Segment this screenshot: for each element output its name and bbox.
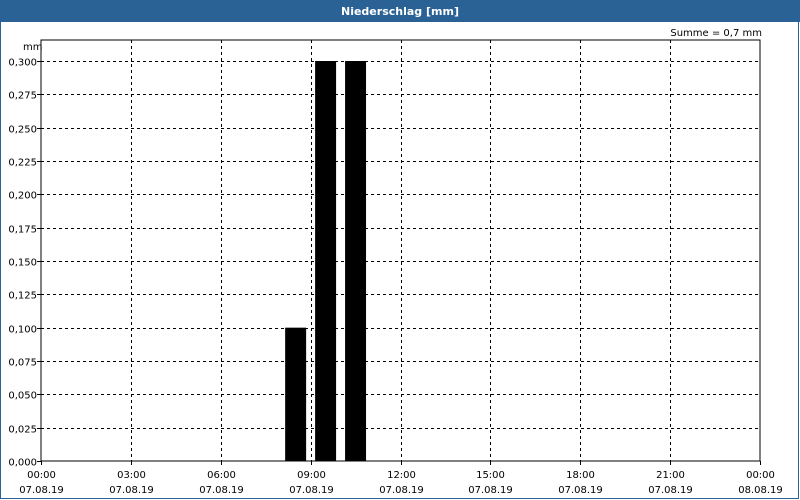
x-tick-date: 07.08.19: [109, 485, 154, 496]
x-tick-date: 07.08.19: [19, 485, 64, 496]
y-tick-label: 0,300: [8, 58, 37, 69]
y-tick-label: 0,025: [8, 425, 37, 436]
y-tick-label: 0,225: [8, 158, 37, 169]
plot-area-border: [40, 39, 761, 462]
y-tick-label: 0,050: [8, 391, 37, 402]
x-tick-time: 21:00: [656, 470, 685, 481]
y-tick-label: 0,150: [8, 258, 37, 269]
x-tick-time: 00:00: [27, 470, 56, 481]
x-tick-date: 08.08.19: [738, 485, 783, 496]
x-tick-date: 07.08.19: [199, 485, 244, 496]
bar: [345, 61, 367, 461]
y-tick-label: 0,175: [8, 225, 37, 236]
y-tick-label: 0,250: [8, 125, 37, 136]
x-tick-time: 03:00: [117, 470, 146, 481]
y-tick-label: 0,000: [8, 458, 37, 469]
x-tick-time: 12:00: [387, 470, 416, 481]
x-tick-time: 00:00: [746, 470, 775, 481]
x-tick-time: 09:00: [297, 470, 326, 481]
y-axis-label: mm: [23, 42, 42, 53]
x-tick-time: 15:00: [476, 470, 505, 481]
y-tick-label: 0,075: [8, 358, 37, 369]
x-tick-date: 07.08.19: [379, 485, 424, 496]
precipitation-chart: 0,000 0,025 0,050 0,075 0,100 0,125 0,150 0,175…: [8, 28, 783, 496]
bar: [285, 327, 307, 461]
y-tick-label: 0,125: [8, 291, 37, 302]
x-tick-date: 07.08.19: [558, 485, 603, 496]
sum-annotation: Summe = 0,7 mm: [670, 28, 762, 39]
y-tick-label: 0,200: [8, 191, 37, 202]
y-tick-label: 0,100: [8, 325, 37, 336]
x-tick-time: 06:00: [207, 470, 236, 481]
x-tick-time: 18:00: [566, 470, 595, 481]
bar: [315, 61, 337, 461]
x-tick-date: 07.08.19: [648, 485, 693, 496]
x-tick-date: 07.08.19: [468, 485, 513, 496]
x-tick-date: 07.08.19: [289, 485, 334, 496]
y-tick-label: 0,275: [8, 91, 37, 102]
